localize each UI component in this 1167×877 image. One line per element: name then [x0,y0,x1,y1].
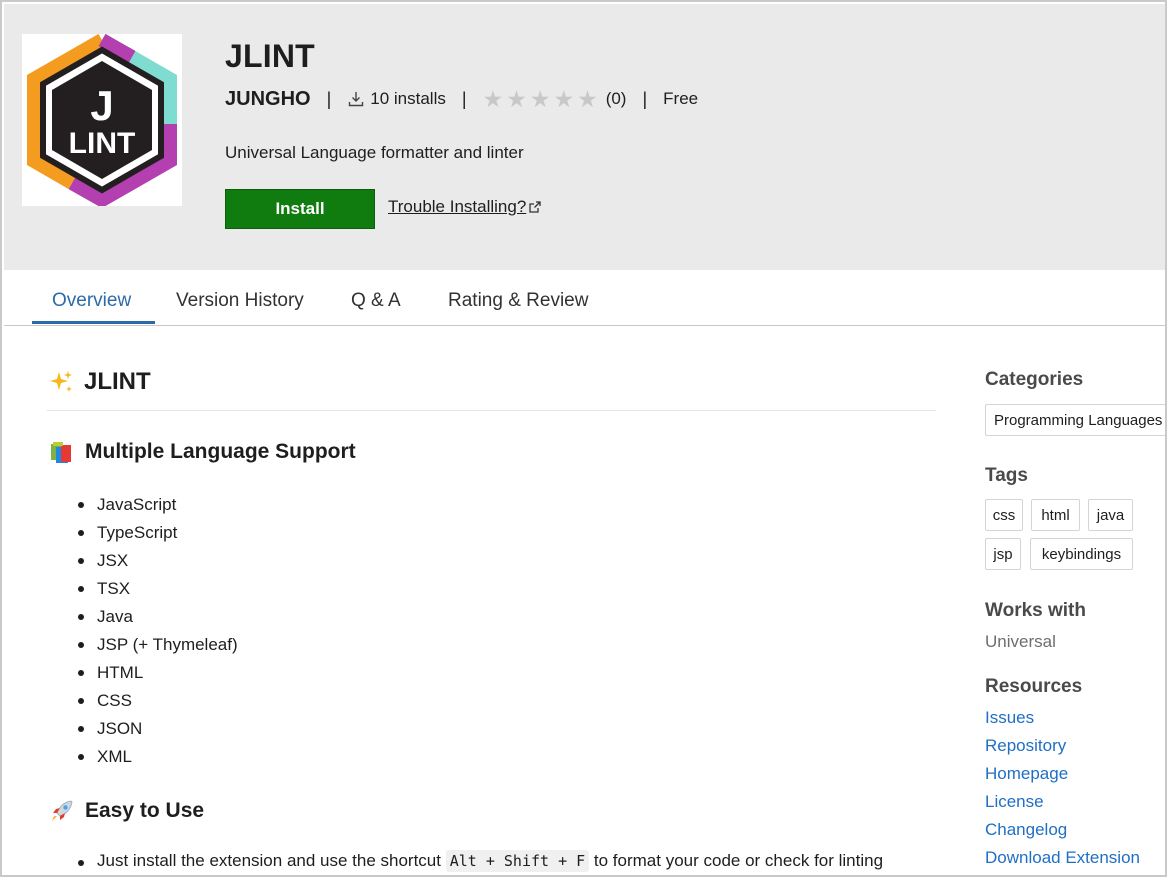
tag-chip[interactable]: html [1031,499,1080,531]
install-button[interactable]: Install [225,189,375,229]
section-heading-easy: Easy to Use [49,798,204,824]
resource-link-issues[interactable]: Issues [985,708,1034,728]
resource-link-download[interactable]: Download Extension [985,848,1140,868]
books-icon [51,442,71,463]
trouble-installing-label: Trouble Installing? [388,197,527,216]
meta-separator: | [461,88,467,109]
language-list-item: JSON [78,717,238,745]
star-icon[interactable]: ★ [530,87,551,111]
heading-divider [47,410,936,411]
sparkles-icon [50,371,72,392]
tab-rating-review[interactable]: Rating & Review [448,290,588,312]
language-list-item: XML [78,745,238,773]
trouble-installing-link[interactable]: Trouble Installing? [388,197,541,217]
meta-separator: | [326,88,332,109]
section-heading-languages: Multiple Language Support [49,439,356,465]
resource-link-homepage[interactable]: Homepage [985,764,1068,784]
publisher-link[interactable]: JUNGHO [225,88,311,111]
language-list-item: JSX [78,549,238,577]
rating-stars[interactable]: ★ ★ ★ ★ ★ [483,87,598,111]
resource-link-repository[interactable]: Repository [985,736,1066,756]
resource-link-license[interactable]: License [985,792,1044,812]
download-icon [349,92,364,107]
section-heading-easy-text: Easy to Use [85,799,205,822]
tag-chip[interactable]: jsp [985,538,1021,570]
language-list-item: JSP (+ Thymeleaf) [78,633,238,661]
logo-word: LINT [69,127,136,160]
language-list-item: TSX [78,577,238,605]
language-list: JavaScript TypeScript JSX TSX Java JSP (+ Thy… [78,493,238,773]
star-icon[interactable]: ★ [483,87,504,111]
tag-chip[interactable]: css [985,499,1023,531]
language-list-item: CSS [78,689,238,717]
tab-version-history[interactable]: Version History [176,290,304,312]
install-count: 10 installs [347,89,446,109]
star-icon[interactable]: ★ [577,87,598,111]
rocket-icon [52,800,73,821]
usage-list-item: Just install the extension and use the s… [78,850,884,872]
readme-heading-text: JLINT [84,368,151,395]
categories-heading: Categories [985,369,1084,390]
shortcut-code: Alt + Shift + F [445,850,590,872]
language-list-item: JavaScript [78,493,238,521]
extension-title: JLINT [225,38,315,74]
external-link-icon [529,201,541,213]
section-heading-languages-text: Multiple Language Support [85,440,356,463]
extension-description: Universal Language formatter and linter [225,143,524,162]
tags-heading: Tags [985,465,1028,486]
tab-overview[interactable]: Overview [52,290,131,312]
extension-page: J LINT JLINT JUNGHO | 10 installs | ★ ★ ★ ★… [0,0,1167,877]
logo-letter: J [90,82,113,129]
resources-heading: Resources [985,676,1083,697]
language-list-item: HTML [78,661,238,689]
tab-qna[interactable]: Q & A [351,290,401,312]
resource-link-changelog[interactable]: Changelog [985,820,1067,840]
category-chip[interactable]: Programming Languages [985,404,1165,436]
tag-chip[interactable]: java [1088,499,1133,531]
works-with-value: Universal [985,632,1056,651]
star-icon[interactable]: ★ [553,87,574,111]
tab-bar: Overview Version History Q & A Rating & … [4,270,1165,326]
star-icon[interactable]: ★ [506,87,527,111]
extension-meta: JUNGHO | 10 installs | ★ ★ ★ ★ ★ (0) | Free [225,86,698,112]
price-label: Free [663,89,699,108]
active-tab-indicator [32,321,155,324]
tag-chip[interactable]: keybindings [1030,538,1133,570]
works-with-heading: Works with [985,600,1086,621]
language-list-item: Java [78,605,238,633]
install-count-text: 10 installs [370,89,446,108]
meta-separator: | [642,88,648,109]
extension-header: J LINT JLINT JUNGHO | 10 installs | ★ ★ ★ ★… [4,4,1165,270]
readme-heading: JLINT [48,368,151,396]
rating-count[interactable]: (0) [606,89,627,109]
usage-text-after: to format your code or check for linting [589,851,884,870]
usage-text-before: Just install the extension and use the s… [97,851,446,870]
extension-logo: J LINT [22,33,182,209]
language-list-item: TypeScript [78,521,238,549]
